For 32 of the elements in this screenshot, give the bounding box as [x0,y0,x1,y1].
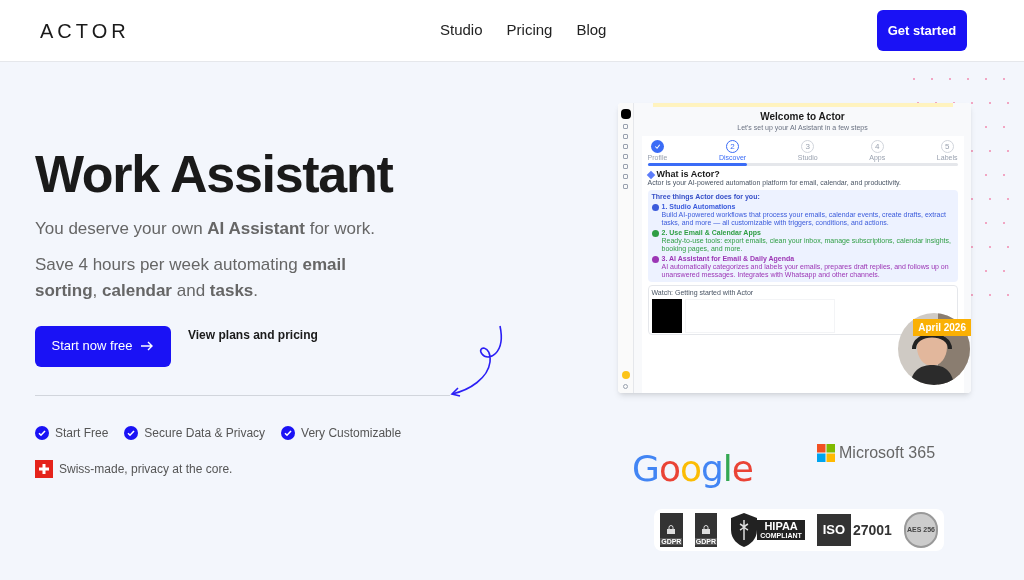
nav-link[interactable]: Pricing [506,19,553,42]
check-icon [35,425,49,440]
check-icon [124,425,139,440]
video-thumbnail [651,299,682,333]
windows-logo-icon [817,444,835,462]
lock-icon [701,525,710,534]
hero-subtitle: Save 4 hours per week automating email sorting, calendar and tasks. [35,253,347,302]
iso-number: 27001 [852,520,892,540]
feature-label: Start Free [55,424,109,442]
nav-link[interactable]: Blog [576,19,607,42]
get-started-button[interactable]: Get started [877,10,967,51]
app-title: Welcome to Actor [760,112,845,122]
feature-label: Very Customizable [301,424,402,442]
shield-icon [729,512,760,548]
google-logo: Google [632,451,753,487]
arrow-right-icon [140,341,155,351]
microsoft-logo-text: Microsoft 365 [839,443,936,463]
app-logo-icon [620,109,631,119]
lock-icon [667,525,676,534]
section-heading: What is Actor? [656,170,720,179]
plans-link[interactable]: View plans and pricing [188,325,318,344]
date-badge: April 2026 [913,319,971,336]
logo[interactable]: ACTOR [40,15,340,46]
swiss-note: Swiss-made, privacy at the core. [59,460,233,478]
start-now-button[interactable]: Start now free [35,325,171,367]
iso-badge: ISO [816,514,851,546]
hero-lead: You deserve your own AI Assistant for work. [35,218,376,240]
hero-title: Work Assistant [35,148,394,200]
check-icon [281,425,296,440]
feature-label: Secure Data & Privacy [144,424,266,442]
nav-link[interactable]: Studio [440,19,483,42]
swiss-flag-icon [35,459,53,478]
